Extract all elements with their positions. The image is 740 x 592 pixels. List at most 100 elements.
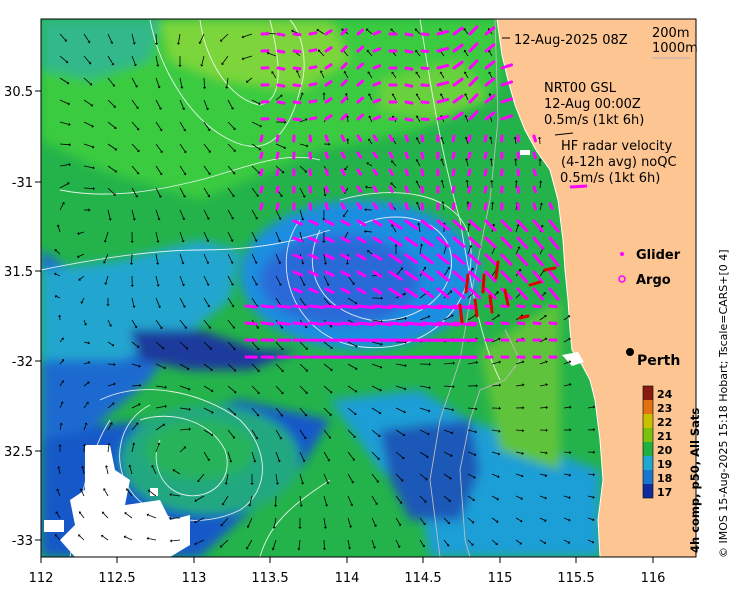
current-vector	[131, 385, 140, 387]
hf-radar-vector	[276, 32, 286, 37]
hf-radar-vector	[532, 151, 537, 160]
hf-radar-vector	[372, 30, 382, 36]
x-tick-label: 114.5	[404, 571, 441, 586]
hf-radar-vector	[259, 151, 264, 160]
hf-radar-vector	[532, 168, 537, 177]
hf-radar-vector	[292, 321, 309, 326]
hf-radar-vector	[340, 151, 346, 159]
hf-radar-vector	[532, 321, 542, 326]
hf-radar-vector	[308, 99, 318, 104]
hf-radar-vector	[484, 321, 494, 326]
current-vector	[203, 77, 205, 88]
hf-radar-vector	[372, 115, 382, 121]
hf-radar-vector	[388, 202, 394, 210]
hf-radar-vector	[500, 321, 510, 326]
hf-radar-vector	[548, 321, 558, 326]
hf-radar-vector	[420, 32, 430, 37]
hf-radar-vector	[340, 321, 359, 327]
hf-radar-vector	[308, 82, 318, 87]
hf-radar-vector	[356, 321, 376, 327]
hf-radar-vector	[308, 321, 325, 326]
hf-radar-vector	[420, 185, 425, 194]
temperature-colorbar	[642, 385, 654, 499]
hf-radar-vector	[244, 304, 258, 309]
hf-radar-vector	[516, 168, 521, 177]
colorbar-tick: 17	[657, 486, 672, 499]
hf-radar-vector	[292, 100, 302, 105]
x-tick-label: 112.5	[98, 571, 135, 586]
hf-radar-vector	[324, 185, 330, 194]
hf-radar-vector	[276, 321, 292, 326]
hf-radar-vector	[244, 321, 258, 326]
y-tick-label: -32	[12, 355, 33, 370]
hf-radar-vector	[516, 151, 521, 160]
hf-radar-vector	[404, 134, 410, 143]
colorbar-tick: 19	[657, 458, 672, 471]
hf-radar-vector	[516, 134, 521, 143]
hf-radar-vector	[404, 49, 414, 54]
hf-radar-vector	[356, 304, 376, 310]
hf-radar-vector	[532, 202, 537, 211]
hf-radar-vector	[451, 185, 456, 194]
hf-radar-vector	[276, 49, 286, 54]
hf-scale-label: 0.5m/s (1kt 6h)	[560, 171, 660, 186]
hf-radar-vector	[548, 202, 554, 210]
hf-radar-vector	[324, 321, 342, 326]
hf-radar-vector	[420, 168, 425, 177]
credit-text: © IMOS 15-Aug-2025 15:18 Hobart; Tscale=…	[717, 249, 730, 558]
hf-radar-vector	[420, 134, 425, 143]
x-tick-label: 113	[182, 571, 207, 586]
hf-radar-vector	[372, 304, 393, 310]
hf-radar-vector	[420, 151, 425, 160]
hf-radar-vector	[516, 304, 526, 309]
hf-radar-vector	[420, 49, 430, 54]
colorbar-tick: 21	[657, 430, 672, 443]
colorbar-tick: 20	[657, 444, 673, 457]
city-label-perth: Perth	[637, 353, 680, 369]
hf-radar-vector	[388, 134, 394, 142]
hf-radar-vector	[275, 168, 280, 177]
hf-radar-vector	[308, 185, 313, 194]
hf-radar-vector	[276, 66, 286, 71]
hf-radar-vector	[483, 134, 488, 143]
current-vector	[563, 451, 570, 453]
hf-radar-vector	[404, 83, 414, 88]
depth-label-1000: 1000m	[652, 41, 698, 56]
depth-label-200: 200m	[652, 26, 689, 41]
glider-label: Glider	[636, 248, 681, 263]
hf-radar-vector	[324, 304, 342, 309]
hf-radar-vector	[404, 151, 410, 160]
nrt-scale-label: 0.5m/s (1kt 6h)	[544, 113, 644, 128]
hf-radar-vector	[372, 321, 393, 327]
date-label: 12-Aug-2025 08Z	[514, 33, 628, 48]
x-tick-label: 116	[641, 571, 666, 586]
y-tick-label: -31	[12, 176, 33, 191]
hf-radar-vector	[516, 321, 526, 326]
hf-radar-vector	[292, 83, 302, 88]
hf-radar-vector	[516, 185, 521, 194]
hf-radar-vector	[420, 202, 425, 211]
hf-radar-vector	[324, 151, 330, 160]
glider-marker	[620, 252, 624, 256]
argo-label: Argo	[636, 273, 671, 288]
hf-radar-vector	[404, 66, 414, 71]
y-tick-label: -33	[12, 534, 33, 549]
hf-radar-vector	[308, 202, 313, 211]
hf-radar-vector	[260, 321, 275, 326]
hf-radar-vector	[259, 185, 264, 194]
hf-radar-vector	[259, 168, 264, 177]
hf-radar-vector	[483, 151, 488, 160]
hf-radar-vector	[467, 185, 472, 194]
hf-radar-vector	[324, 168, 330, 177]
hf-scale-arrow	[569, 184, 588, 189]
hf-radar-vector	[420, 117, 430, 122]
hf-radar-vector	[404, 32, 414, 37]
nrt-label-line1: NRT00 GSL	[544, 81, 617, 96]
hf-radar-vector	[404, 168, 410, 177]
hf-label-line2: (4-12h avg) noQC	[561, 155, 677, 170]
x-tick-label: 115	[488, 571, 513, 586]
hf-radar-vector	[372, 81, 382, 87]
y-tick-label: 30.5	[4, 85, 33, 100]
hf-radar-vector	[451, 151, 456, 160]
hf-radar-vector	[451, 168, 456, 177]
